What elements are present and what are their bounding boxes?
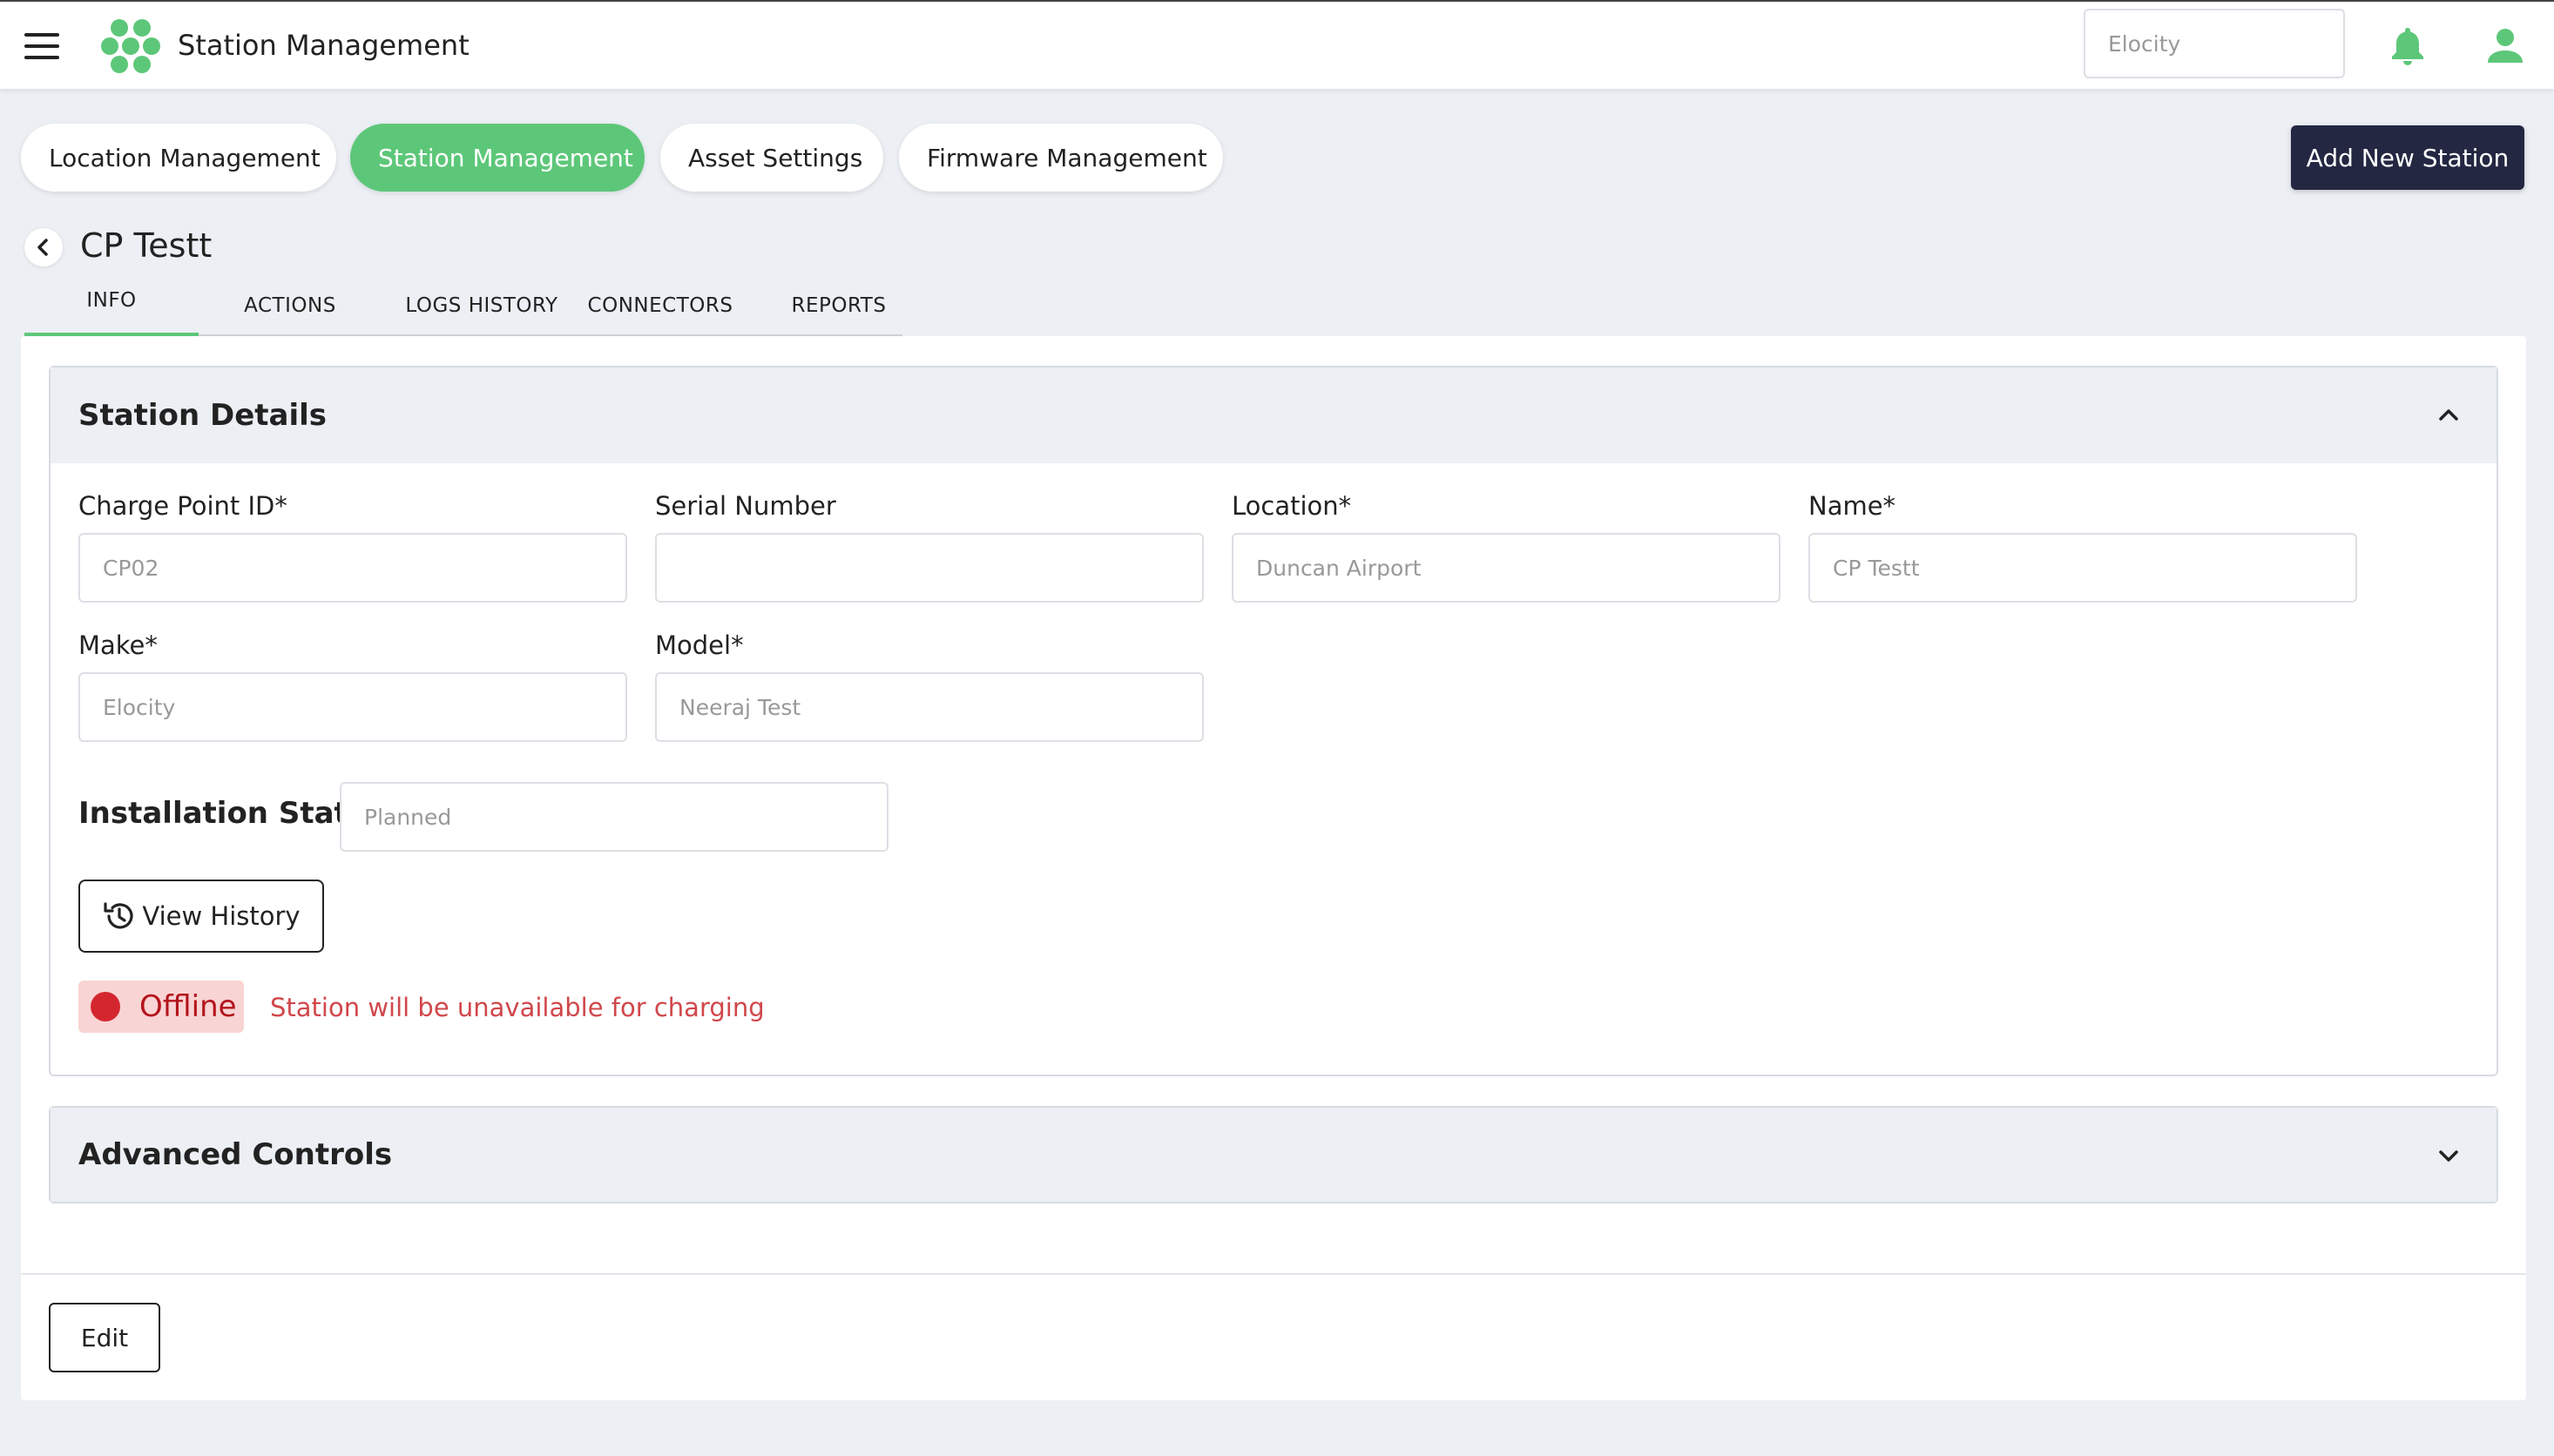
installation-state-field[interactable] <box>340 782 888 852</box>
edit-button[interactable]: Edit <box>49 1303 160 1372</box>
charge-point-id-label: Charge Point ID* <box>78 491 287 521</box>
advanced-controls-section: Advanced Controls <box>49 1106 2498 1203</box>
footer-divider <box>21 1273 2526 1275</box>
charge-point-id-field[interactable] <box>78 533 627 603</box>
nav-pill-asset-settings[interactable]: Asset Settings <box>660 124 883 192</box>
offline-dot-icon <box>91 992 120 1021</box>
tab-connectors[interactable]: CONNECTORS <box>564 275 756 336</box>
nav-pill-location-management[interactable]: Location Management <box>21 124 336 192</box>
nav-pill-firmware-management[interactable]: Firmware Management <box>899 124 1223 192</box>
location-label: Location* <box>1232 491 1352 521</box>
make-label: Make* <box>78 630 158 660</box>
model-field[interactable] <box>655 672 1204 742</box>
top-bar: Station Management <box>0 0 2554 89</box>
advanced-controls-header[interactable]: Advanced Controls <box>51 1108 2497 1202</box>
tab-logs-history[interactable]: LOGS HISTORY <box>382 275 582 336</box>
add-new-station-button[interactable]: Add New Station <box>2291 125 2524 190</box>
chevron-left-icon <box>37 239 48 256</box>
name-field[interactable] <box>1808 533 2357 603</box>
app-title: Station Management <box>178 29 470 62</box>
back-button[interactable] <box>24 228 63 266</box>
status-label: Offline <box>139 989 237 1024</box>
chevron-down-icon[interactable] <box>2436 1143 2462 1169</box>
hamburger-menu-icon[interactable] <box>24 33 59 59</box>
tenant-select-input[interactable] <box>2084 9 2345 78</box>
page-title: CP Testt <box>80 226 213 265</box>
view-history-button[interactable]: View History <box>78 880 324 953</box>
history-icon <box>104 902 133 929</box>
station-details-section: Station Details Charge Point ID* Serial … <box>49 366 2498 1076</box>
serial-number-field[interactable] <box>655 533 1204 603</box>
make-field[interactable] <box>78 672 627 742</box>
detail-tabs: INFO ACTIONS LOGS HISTORY CONNECTORS REP… <box>24 275 902 338</box>
view-history-label: View History <box>142 901 301 931</box>
tab-info[interactable]: INFO <box>24 275 199 338</box>
advanced-controls-title: Advanced Controls <box>78 1137 393 1172</box>
chevron-up-icon[interactable] <box>2436 402 2462 428</box>
tab-actions[interactable]: ACTIONS <box>216 275 364 336</box>
serial-number-label: Serial Number <box>655 491 836 521</box>
station-details-header[interactable]: Station Details <box>51 367 2497 463</box>
model-label: Model* <box>655 630 744 660</box>
location-field[interactable] <box>1232 533 1780 603</box>
hexagon-cluster-logo <box>101 19 160 73</box>
user-icon[interactable] <box>2486 26 2524 64</box>
status-message: Station will be unavailable for charging <box>270 993 765 1022</box>
status-badge: Offline <box>78 981 244 1033</box>
bell-icon[interactable] <box>2388 24 2427 66</box>
nav-pill-station-management[interactable]: Station Management <box>350 124 645 192</box>
name-label: Name* <box>1808 491 1896 521</box>
tab-reports[interactable]: REPORTS <box>756 275 922 336</box>
info-card: Station Details Charge Point ID* Serial … <box>21 336 2526 1400</box>
station-details-title: Station Details <box>78 398 328 433</box>
